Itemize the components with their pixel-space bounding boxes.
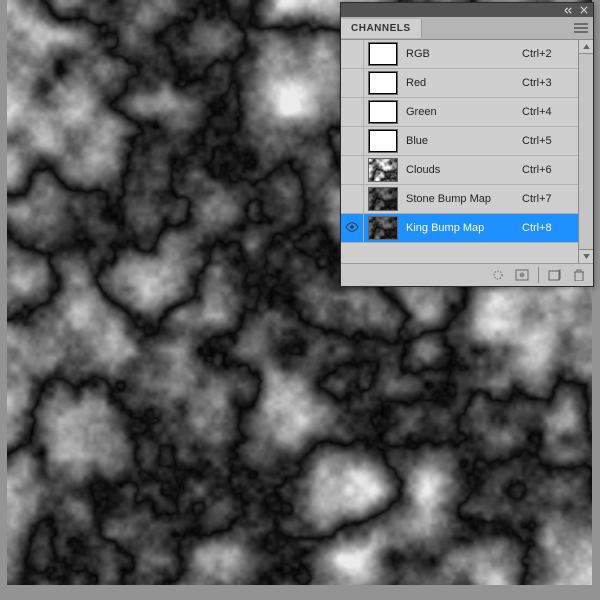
list-filler (341, 243, 578, 263)
channel-row[interactable]: King Bump MapCtrl+8 (341, 214, 578, 243)
channel-name: Green (406, 106, 522, 118)
channel-thumbnail (368, 100, 398, 124)
scroll-up-icon[interactable] (579, 40, 593, 54)
channel-row[interactable]: RedCtrl+3 (341, 69, 578, 98)
panel-footer (341, 263, 593, 286)
channel-shortcut: Ctrl+3 (522, 77, 578, 89)
channel-shortcut: Ctrl+2 (522, 48, 578, 60)
panel-menu-icon[interactable] (571, 19, 591, 37)
visibility-toggle[interactable] (341, 40, 364, 68)
channel-name: Blue (406, 135, 522, 147)
visibility-toggle[interactable] (341, 98, 364, 126)
collapse-icon[interactable] (563, 5, 573, 15)
scroll-track[interactable] (579, 54, 593, 249)
channel-row[interactable]: RGBCtrl+2 (341, 40, 578, 69)
channel-shortcut: Ctrl+6 (522, 164, 578, 176)
channel-thumbnail (368, 158, 398, 182)
eye-icon (345, 222, 359, 235)
delete-channel-icon[interactable] (571, 268, 587, 282)
channel-row[interactable]: Stone Bump MapCtrl+7 (341, 185, 578, 214)
panel-list: RGBCtrl+2RedCtrl+3GreenCtrl+4BlueCtrl+5C… (341, 40, 593, 263)
channel-name: King Bump Map (406, 222, 522, 234)
visibility-toggle[interactable] (341, 185, 364, 213)
channel-thumbnail (368, 216, 398, 240)
channel-thumbnail (368, 71, 398, 95)
tab-channels[interactable]: CHANNELS (341, 19, 422, 38)
panel-scrollbar[interactable] (578, 40, 593, 263)
channel-shortcut: Ctrl+5 (522, 135, 578, 147)
close-icon[interactable] (579, 5, 589, 15)
visibility-toggle[interactable] (341, 214, 364, 242)
visibility-toggle[interactable] (341, 127, 364, 155)
visibility-toggle[interactable] (341, 156, 364, 184)
channel-thumbnail (368, 187, 398, 211)
save-selection-icon[interactable] (514, 268, 530, 282)
channel-shortcut: Ctrl+8 (522, 222, 578, 234)
load-selection-icon[interactable] (490, 268, 506, 282)
channel-thumbnail (368, 129, 398, 153)
panel-header: CHANNELS (341, 17, 593, 40)
channel-row[interactable]: GreenCtrl+4 (341, 98, 578, 127)
panel-topbar (341, 3, 593, 17)
channel-row[interactable]: BlueCtrl+5 (341, 127, 578, 156)
channel-row[interactable]: CloudsCtrl+6 (341, 156, 578, 185)
channel-name: Red (406, 77, 522, 89)
channel-name: Stone Bump Map (406, 193, 522, 205)
channels-panel: CHANNELS RGBCtrl+2RedCtrl+3GreenCtrl+4Bl… (340, 2, 594, 287)
scroll-down-icon[interactable] (579, 249, 593, 263)
new-channel-icon[interactable] (547, 268, 563, 282)
channel-shortcut: Ctrl+4 (522, 106, 578, 118)
channel-thumbnail (368, 42, 398, 66)
channel-shortcut: Ctrl+7 (522, 193, 578, 205)
channel-name: Clouds (406, 164, 522, 176)
visibility-toggle[interactable] (341, 69, 364, 97)
channel-name: RGB (406, 48, 522, 60)
